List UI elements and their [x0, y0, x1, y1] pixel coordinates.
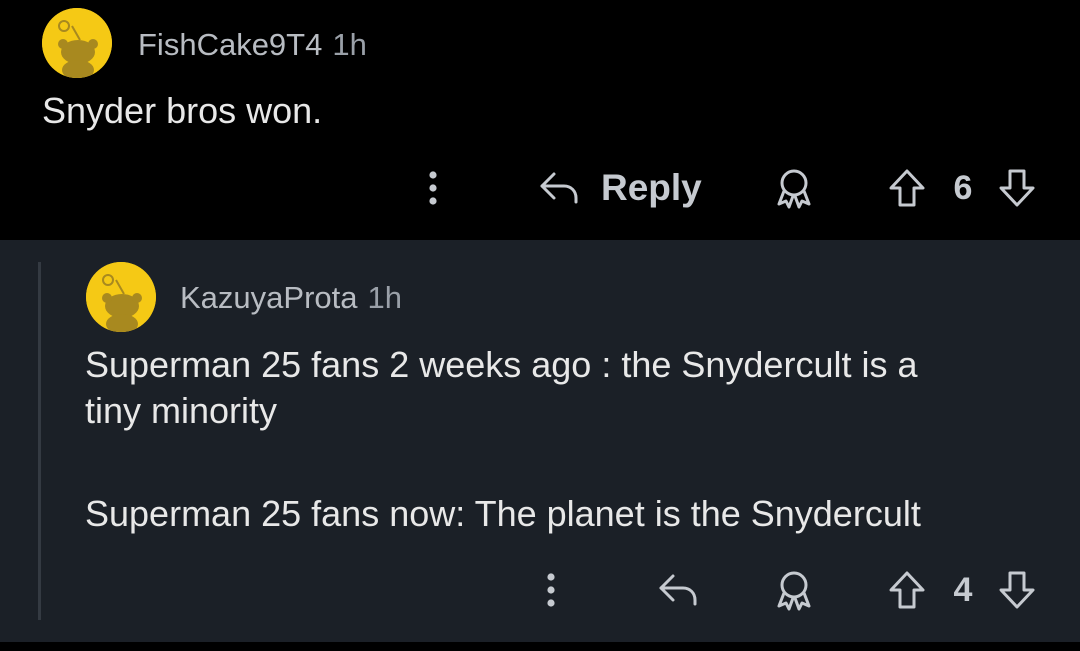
- reply-button[interactable]: [657, 570, 699, 610]
- downvote-arrow-icon: [999, 571, 1035, 609]
- more-options-button[interactable]: [542, 572, 560, 608]
- award-icon: [777, 571, 811, 611]
- avatar[interactable]: [42, 8, 112, 78]
- avatar[interactable]: [86, 262, 156, 332]
- comment-meta: FishCake9T4 1h: [138, 27, 367, 63]
- award-button[interactable]: [774, 568, 814, 612]
- more-vertical-icon: [429, 171, 437, 205]
- reply-label[interactable]: Reply: [601, 167, 702, 209]
- comment-line: Superman 25 fans now: The planet is the …: [85, 493, 921, 534]
- downvote-arrow-icon: [999, 169, 1035, 207]
- upvote-arrow-icon: [889, 169, 925, 207]
- bottom-divider: [0, 642, 1080, 651]
- username[interactable]: FishCake9T4: [138, 27, 322, 62]
- username[interactable]: KazuyaProta: [180, 280, 358, 315]
- snoo-avatar-icon: [86, 262, 156, 332]
- comment-body: Snyder bros won.: [42, 88, 322, 134]
- comment-meta: KazuyaProta 1h: [180, 280, 402, 316]
- comment-fishcake: FishCake9T4 1h Snyder bros won. Reply 6: [0, 0, 1080, 240]
- downvote-button[interactable]: [998, 570, 1036, 610]
- vote-score: 6: [953, 169, 973, 207]
- comment-line: Snyder bros won.: [42, 90, 323, 131]
- reply-arrow-icon: [659, 574, 697, 606]
- snoo-avatar-icon: [42, 8, 112, 78]
- upvote-button[interactable]: [888, 168, 926, 208]
- reply-button[interactable]: [538, 168, 580, 208]
- vote-score: 4: [953, 571, 973, 609]
- comment-kazuyaprota: KazuyaProta 1h Superman 25 fans 2 weeks a…: [0, 240, 1080, 642]
- comment-body: Superman 25 fans 2 weeks ago : the Snyde…: [85, 342, 921, 537]
- comment-line: Superman 25 fans 2 weeks ago : the Snyde…: [85, 344, 918, 385]
- upvote-button[interactable]: [888, 570, 926, 610]
- more-vertical-icon: [547, 573, 555, 607]
- award-icon: [777, 169, 811, 209]
- more-options-button[interactable]: [424, 170, 442, 206]
- thread-line[interactable]: [38, 262, 41, 620]
- upvote-arrow-icon: [889, 571, 925, 609]
- award-button[interactable]: [774, 166, 814, 210]
- timestamp: 1h: [367, 280, 402, 315]
- timestamp: 1h: [332, 27, 367, 62]
- reply-arrow-icon: [540, 172, 578, 204]
- downvote-button[interactable]: [998, 168, 1036, 208]
- comment-line: tiny minority: [85, 390, 278, 431]
